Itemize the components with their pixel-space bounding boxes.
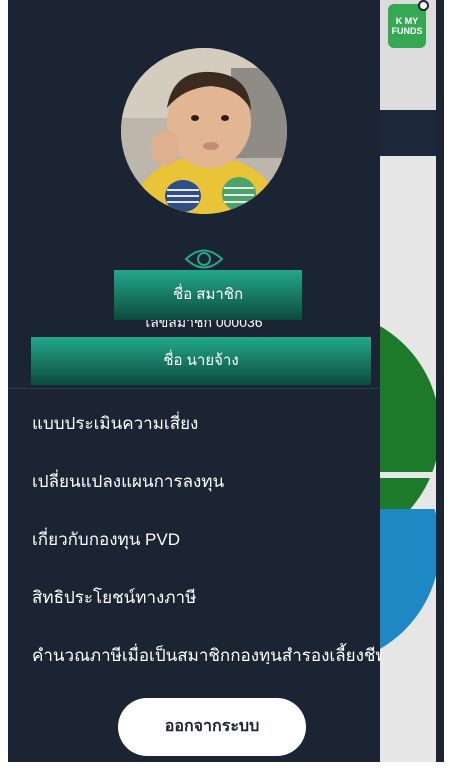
background-navbar (380, 110, 436, 156)
menu-scroll-mask (8, 664, 380, 684)
logo-text: K MY FUNDS (391, 16, 423, 36)
background-app: K MY FUNDS (380, 0, 436, 762)
eye-icon[interactable] (184, 246, 224, 272)
pie-separator (380, 472, 436, 478)
avatar[interactable] (121, 48, 287, 214)
menu-item-change-investment-plan[interactable]: เปลี่ยนแปลงแผนการลงทุน (32, 453, 382, 511)
menu-item-risk-assessment[interactable]: แบบประเมินความเสี่ยง (32, 395, 382, 453)
avatar-photo (121, 48, 287, 214)
notification-dot-icon (418, 0, 429, 11)
menu-item-about-pvd[interactable]: เกี่ยวกับกองทุน PVD (32, 511, 382, 569)
divider (8, 388, 380, 389)
menu-item-tax-benefits[interactable]: สิทธิประโยชน์ทางภาษี (32, 569, 382, 627)
background-header: K MY FUNDS (380, 0, 436, 110)
logout-button[interactable]: ออกจากระบบ (118, 698, 306, 756)
menu-list: แบบประเมินความเสี่ยง เปลี่ยนแปลงแผนการลง… (32, 395, 382, 683)
kmyfunds-logo: K MY FUNDS (388, 0, 429, 48)
member-name-button[interactable]: ชื่อ สมาชิก (114, 270, 302, 320)
side-drawer: เลขสมาชิก 000036 ชื่อ สมาชิก ชื่อ นายจ้า… (8, 0, 382, 762)
employer-name-button[interactable]: ชื่อ นายจ้าง (31, 337, 371, 385)
